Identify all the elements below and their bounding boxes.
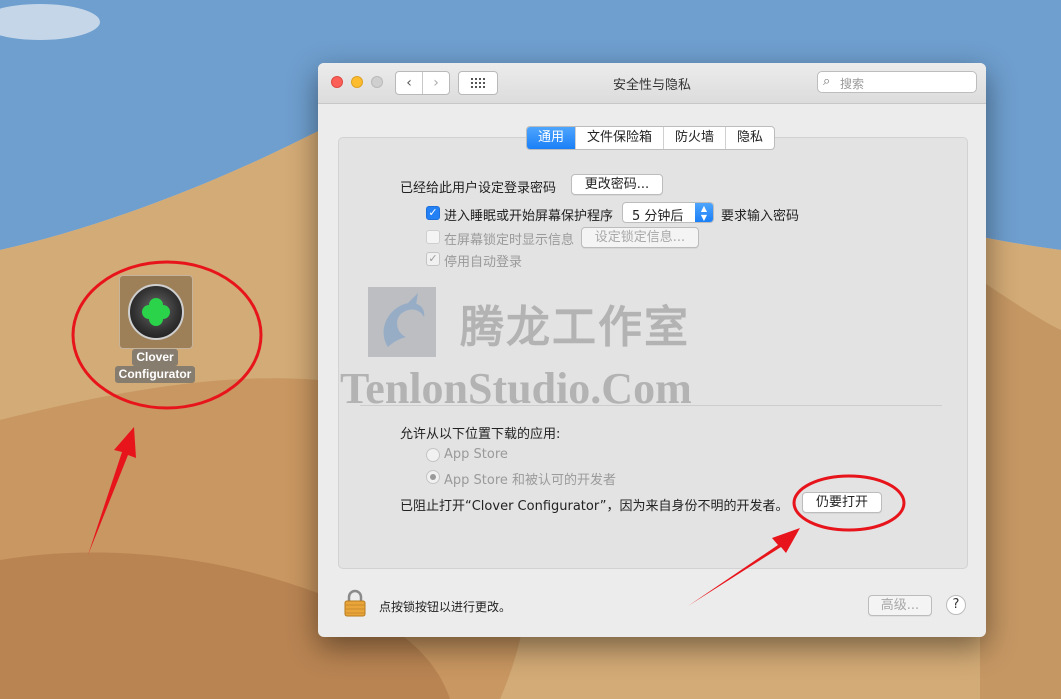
allow-apps-label: 允许从以下位置下载的应用: — [400, 427, 561, 442]
change-password-button[interactable]: 更改密码... — [571, 174, 663, 195]
show-message-label: 在屏幕锁定时显示信息 — [444, 233, 575, 248]
clover-disc — [128, 284, 184, 340]
clover-leaf-icon — [142, 298, 170, 326]
open-anyway-button[interactable]: 仍要打开 — [802, 492, 882, 513]
titlebar: ‹ › 安全性与隐私 ⌕ 搜索 — [318, 63, 986, 104]
advanced-button[interactable]: 高级... — [868, 595, 932, 616]
require-password-label: 进入睡眠或开始屏幕保护程序 — [444, 209, 614, 224]
app-icon-label-line1: Clover — [132, 349, 178, 366]
search-icon: ⌕ — [823, 74, 831, 89]
checkmark-icon: ✓ — [428, 252, 438, 265]
lock-icon[interactable] — [344, 589, 366, 617]
require-password-delay-value: 5 分钟后 — [632, 209, 684, 224]
watermark-english: TenlonStudio.Com — [340, 364, 692, 413]
radio-app-store-label: App Store — [444, 447, 508, 462]
updown-arrows-icon: ▲ ▼ — [695, 203, 713, 222]
require-password-suffix: 要求输入密码 — [721, 209, 800, 224]
tab-filevault[interactable]: 文件保险箱 — [575, 127, 663, 149]
set-lock-message-button[interactable]: 设定锁定信息... — [581, 227, 699, 248]
search-placeholder: 搜索 — [840, 77, 865, 91]
section-divider — [360, 405, 942, 406]
watermark-dragon-logo — [368, 287, 436, 357]
tab-general[interactable]: 通用 — [527, 127, 576, 149]
lock-hint-text: 点按锁按钮以进行更改。 — [379, 600, 512, 614]
show-message-checkbox[interactable] — [426, 230, 440, 244]
disable-autologin-checkbox[interactable]: ✓ — [426, 252, 440, 266]
radio-app-store-devs[interactable] — [426, 470, 440, 484]
app-icon-label-line2: Configurator — [114, 366, 196, 383]
tab-bar: 通用 文件保险箱 防火墙 隐私 — [526, 126, 776, 150]
watermark-chinese: 腾龙工作室 — [460, 302, 690, 353]
help-button[interactable]: ? — [946, 595, 966, 615]
security-privacy-window: ‹ › 安全性与隐私 ⌕ 搜索 通用 文件保险箱 防火墙 隐私 腾龙工作室 Te… — [318, 63, 986, 637]
clover-configurator-app-icon[interactable] — [119, 275, 193, 349]
require-password-checkbox[interactable]: ✓ — [426, 206, 440, 220]
tab-firewall[interactable]: 防火墙 — [663, 127, 725, 149]
password-set-label: 已经给此用户设定登录密码 — [400, 181, 557, 196]
blocked-message: 已阻止打开“Clover Configurator”，因为来自身份不明的开发者。 — [400, 499, 789, 514]
disable-autologin-label: 停用自动登录 — [444, 255, 523, 270]
radio-app-store[interactable] — [426, 448, 440, 462]
tab-privacy[interactable]: 隐私 — [725, 127, 774, 149]
checkmark-icon: ✓ — [428, 206, 438, 219]
require-password-delay-select[interactable]: 5 分钟后 ▲ ▼ — [622, 202, 714, 224]
radio-app-store-devs-label: App Store 和被认可的开发者 — [444, 473, 617, 488]
app-icon-label[interactable]: Clover Configurator — [110, 349, 200, 383]
search-input[interactable]: ⌕ 搜索 — [817, 71, 977, 93]
